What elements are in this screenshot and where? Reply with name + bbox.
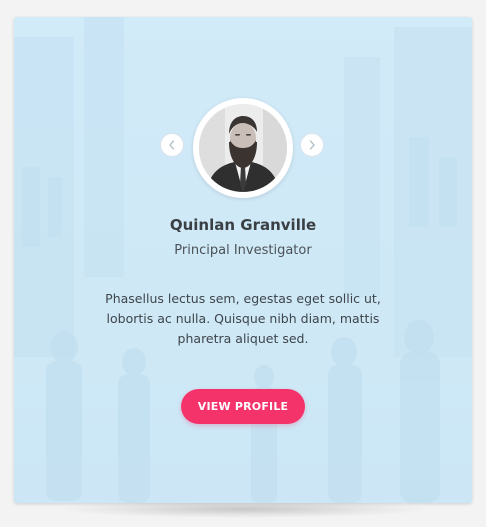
profile-name: Quinlan Granville <box>169 216 317 234</box>
carousel-next-button[interactable] <box>300 133 324 157</box>
profile-bio: Phasellus lectus sem, egestas eget solli… <box>105 291 381 346</box>
page: Quinlan Granville Principal Investigator… <box>0 0 486 527</box>
avatar-frame <box>193 98 293 198</box>
avatar <box>199 104 287 192</box>
view-profile-button[interactable]: VIEW PROFILE <box>181 389 305 424</box>
chevron-right-icon <box>308 140 316 150</box>
profile-card: Quinlan Granville Principal Investigator… <box>14 17 472 503</box>
chevron-left-icon <box>168 140 176 150</box>
carousel-prev-button[interactable] <box>160 133 184 157</box>
profile-role: Principal Investigator <box>174 243 312 258</box>
card-content: Quinlan Granville Principal Investigator… <box>14 17 472 503</box>
